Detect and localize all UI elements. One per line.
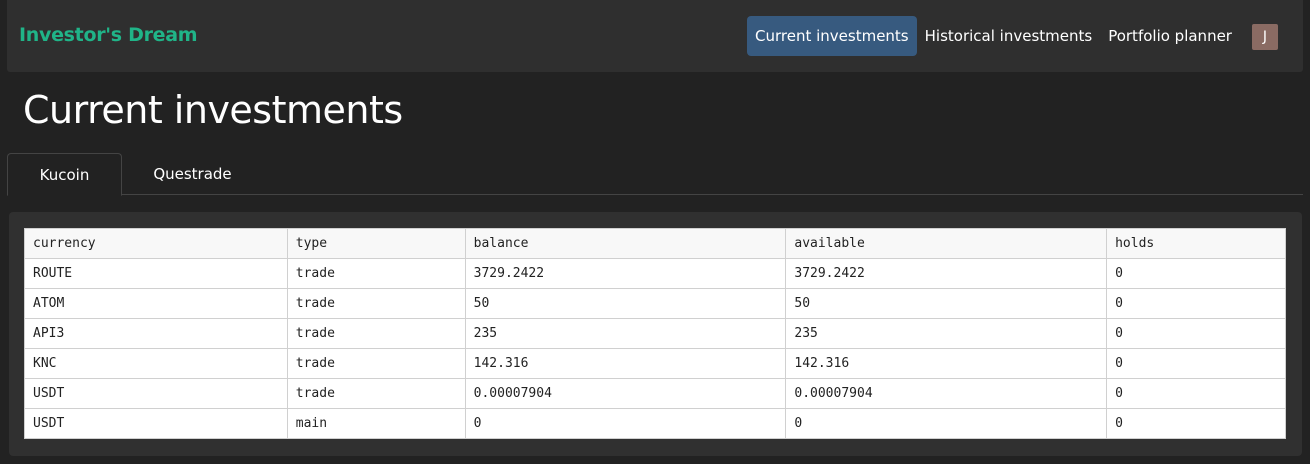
cell-holds: 0: [1106, 288, 1286, 319]
cell-available: 0.00007904: [785, 378, 1108, 409]
cell-holds: 0: [1106, 408, 1286, 439]
cell-currency: ROUTE: [24, 258, 288, 289]
cell-type: main: [286, 408, 466, 439]
cell-available: 235: [785, 318, 1108, 349]
cell-type: trade: [286, 288, 466, 319]
column-header-currency: currency: [24, 228, 288, 259]
cell-holds: 0: [1106, 318, 1286, 349]
cell-balance: 142.316: [464, 348, 787, 379]
exchange-tabs: Kucoin Questrade: [7, 153, 1303, 196]
table-row: API3 trade 235 235 0: [24, 318, 1286, 349]
nav-links: Current investments Historical investmen…: [747, 16, 1240, 56]
page-title: Current investments: [23, 88, 403, 132]
cell-currency: USDT: [24, 378, 288, 409]
cell-currency: USDT: [24, 408, 288, 439]
cell-type: trade: [286, 378, 466, 409]
column-header-available: available: [785, 228, 1108, 259]
cell-balance: 0: [464, 408, 787, 439]
cell-type: trade: [286, 258, 466, 289]
cell-balance: 3729.2422: [464, 258, 787, 289]
cell-currency: KNC: [24, 348, 288, 379]
holdings-panel: currency type balance available holds RO…: [9, 212, 1302, 456]
table-row: KNC trade 142.316 142.316 0: [24, 348, 1286, 379]
cell-balance: 0.00007904: [464, 378, 787, 409]
column-header-type: type: [286, 228, 466, 259]
cell-holds: 0: [1106, 258, 1286, 289]
user-avatar[interactable]: J: [1252, 24, 1278, 50]
cell-balance: 50: [464, 288, 787, 319]
tab-questrade[interactable]: Questrade: [135, 153, 250, 195]
cell-available: 0: [785, 408, 1108, 439]
cell-type: trade: [286, 348, 466, 379]
table-row: ROUTE trade 3729.2422 3729.2422 0: [24, 258, 1286, 289]
nav-historical-investments[interactable]: Historical investments: [917, 16, 1101, 56]
cell-currency: ATOM: [24, 288, 288, 319]
cell-balance: 235: [464, 318, 787, 349]
cell-available: 50: [785, 288, 1108, 319]
column-header-balance: balance: [464, 228, 787, 259]
table-row: ATOM trade 50 50 0: [24, 288, 1286, 319]
cell-holds: 0: [1106, 378, 1286, 409]
tab-kucoin[interactable]: Kucoin: [7, 153, 122, 196]
cell-available: 142.316: [785, 348, 1108, 379]
cell-currency: API3: [24, 318, 288, 349]
nav-current-investments[interactable]: Current investments: [747, 16, 917, 56]
nav-portfolio-planner[interactable]: Portfolio planner: [1100, 16, 1240, 56]
brand-logo[interactable]: Investor's Dream: [19, 24, 198, 46]
column-header-holds: holds: [1106, 228, 1286, 259]
holdings-table: currency type balance available holds RO…: [24, 228, 1286, 439]
cell-type: trade: [286, 318, 466, 349]
top-navbar: Investor's Dream Current investments His…: [7, 0, 1303, 72]
cell-available: 3729.2422: [785, 258, 1108, 289]
table-row: USDT main 0 0 0: [24, 408, 1286, 439]
table-header-row: currency type balance available holds: [24, 228, 1286, 259]
table-row: USDT trade 0.00007904 0.00007904 0: [24, 378, 1286, 409]
cell-holds: 0: [1106, 348, 1286, 379]
